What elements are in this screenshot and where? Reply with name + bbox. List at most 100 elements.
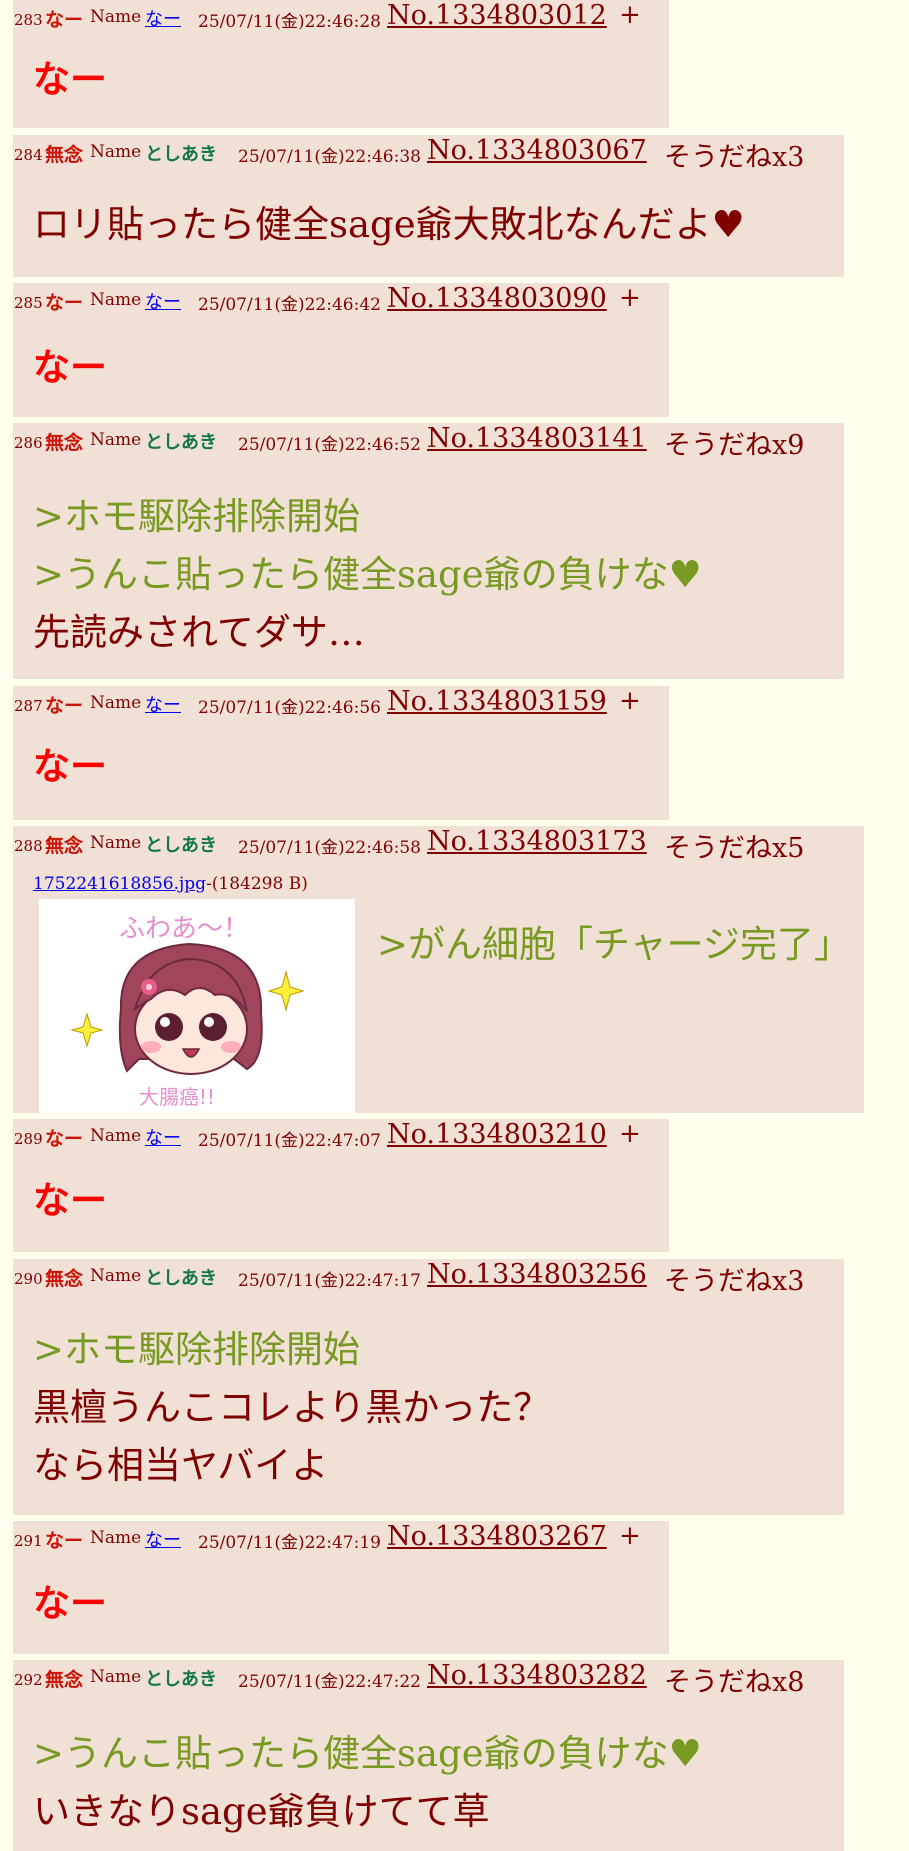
- image-caption-top: ふわあ～！: [119, 914, 249, 944]
- reply-post: 290 無念 Name としあき 25/07/11(金)22:47:17 No.…: [13, 1259, 844, 1515]
- reply-number: 291: [14, 1532, 43, 1550]
- post-number-link[interactable]: No.1334803173: [427, 826, 647, 857]
- post-subject: なー: [45, 9, 84, 31]
- file-link[interactable]: 1752241618856.jpg: [33, 874, 206, 894]
- reply-number: 287: [14, 697, 43, 715]
- name-label: Name: [90, 1126, 142, 1146]
- post-header: 283 なー Name なー 25/07/11(金)22:46:28 No.13…: [13, 0, 669, 40]
- quote-line: >ホモ駆除排除開始: [33, 495, 361, 538]
- comment-line: なー: [33, 744, 107, 788]
- post-header: 284 無念 Name としあき 25/07/11(金)22:46:38 No.…: [13, 135, 844, 175]
- anime-girl-illustration: ふわあ～！ 大腸癌!!: [70, 914, 305, 1109]
- name-label: Name: [90, 142, 142, 162]
- poster-name-link[interactable]: なー: [145, 288, 181, 314]
- file-info: 1752241618856.jpg-(184298 B): [33, 874, 308, 894]
- post-number-link[interactable]: No.1334803210: [387, 1119, 607, 1150]
- name-label: Name: [90, 290, 142, 310]
- poster-name-link[interactable]: なー: [145, 691, 181, 717]
- poster-name-link[interactable]: なー: [145, 1526, 181, 1552]
- poster-name-link[interactable]: なー: [145, 5, 181, 31]
- reply-number: 285: [14, 294, 43, 312]
- post-number-link[interactable]: No.1334803256: [427, 1259, 647, 1290]
- name-label: Name: [90, 430, 142, 450]
- reply-post: 286 無念 Name としあき 25/07/11(金)22:46:52 No.…: [13, 423, 844, 679]
- post-body: なー: [33, 737, 107, 795]
- post-subject: なー: [45, 1530, 84, 1552]
- post-body: >ホモ駆除排除開始 >うんこ貼ったら健全sage爺の負けな♥ 先読みされてダサ…: [33, 488, 702, 662]
- post-body: >ホモ駆除排除開始 黒檀うんこコレより黒かった？ なら相当ヤバイよ: [33, 1321, 550, 1495]
- reply-post: 289 なー Name なー 25/07/11(金)22:47:07 No.13…: [13, 1119, 669, 1252]
- post-date: 25/07/11(金)22:46:58: [238, 838, 421, 858]
- post-number-link[interactable]: No.1334803159: [387, 686, 607, 717]
- post-number-link[interactable]: No.1334803067: [427, 135, 647, 166]
- sodane-button[interactable]: そうだねx8: [664, 1660, 804, 1699]
- name-label: Name: [90, 1266, 142, 1286]
- reply-number: 284: [14, 146, 43, 164]
- post-number-link[interactable]: No.1334803012: [387, 0, 607, 31]
- post-date: 25/07/11(金)22:47:07: [198, 1131, 381, 1151]
- thumbnail-image[interactable]: ふわあ～！ 大腸癌!!: [39, 899, 355, 1113]
- name-label: Name: [90, 1667, 142, 1687]
- name-label: Name: [90, 1528, 142, 1548]
- post-subject: なー: [45, 292, 84, 314]
- post-subject: 無念: [45, 835, 84, 857]
- post-body: なー: [33, 1574, 107, 1632]
- sodane-plus-button[interactable]: +: [619, 0, 641, 30]
- post-date: 25/07/11(金)22:47:17: [238, 1271, 421, 1291]
- sodane-button[interactable]: そうだねx5: [664, 826, 804, 865]
- post-subject: なー: [45, 1128, 84, 1150]
- poster-name: としあき: [145, 432, 217, 453]
- sodane-plus-button[interactable]: +: [619, 1521, 641, 1551]
- comment-line: なー: [33, 57, 107, 101]
- post-header: 292 無念 Name としあき 25/07/11(金)22:47:22 No.…: [13, 1660, 844, 1700]
- poster-name-link[interactable]: なー: [145, 1124, 181, 1150]
- quote-line: >がん細胞「チャージ完了」: [377, 923, 851, 966]
- post-date: 25/07/11(金)22:46:28: [198, 12, 381, 32]
- reply-number: 286: [14, 434, 43, 452]
- post-header: 288 無念 Name としあき 25/07/11(金)22:46:58 No.…: [13, 826, 864, 866]
- sodane-button[interactable]: そうだねx3: [664, 135, 804, 174]
- post-date: 25/07/11(金)22:46:56: [198, 698, 381, 718]
- quote-line: >うんこ貼ったら健全sage爺の負けな♥: [33, 553, 702, 596]
- post-body: なー: [33, 338, 107, 396]
- post-number-link[interactable]: No.1334803141: [427, 423, 647, 454]
- reply-number: 288: [14, 837, 43, 855]
- poster-name: としあき: [145, 1669, 217, 1690]
- reply-number: 290: [14, 1270, 43, 1288]
- reply-post: 283 なー Name なー 25/07/11(金)22:46:28 No.13…: [13, 0, 669, 128]
- post-header: 285 なー Name なー 25/07/11(金)22:46:42 No.13…: [13, 283, 669, 323]
- poster-name: としあき: [145, 835, 217, 856]
- post-number-link[interactable]: No.1334803282: [427, 1660, 647, 1691]
- reply-post: 284 無念 Name としあき 25/07/11(金)22:46:38 No.…: [13, 135, 844, 277]
- file-size: -(184298 B): [206, 874, 308, 894]
- comment-line: なー: [33, 1581, 107, 1625]
- poster-name: としあき: [145, 144, 217, 165]
- sodane-button[interactable]: そうだねx9: [664, 423, 804, 462]
- comment-line: 先読みされてダサ…: [33, 611, 365, 654]
- sodane-plus-button[interactable]: +: [619, 686, 641, 716]
- post-body: なー: [33, 50, 107, 108]
- reply-post: 285 なー Name なー 25/07/11(金)22:46:42 No.13…: [13, 283, 669, 417]
- post-subject: なー: [45, 695, 84, 717]
- reply-post: 291 なー Name なー 25/07/11(金)22:47:19 No.13…: [13, 1521, 669, 1654]
- comment-line: 黒檀うんこコレより黒かった？: [33, 1386, 551, 1429]
- post-header: 286 無念 Name としあき 25/07/11(金)22:46:52 No.…: [13, 423, 844, 463]
- post-number-link[interactable]: No.1334803267: [387, 1521, 607, 1552]
- reply-post: 292 無念 Name としあき 25/07/11(金)22:47:22 No.…: [13, 1660, 844, 1851]
- poster-name: としあき: [145, 1268, 217, 1289]
- post-date: 25/07/11(金)22:46:42: [198, 295, 381, 315]
- sodane-button[interactable]: そうだねx3: [664, 1259, 804, 1298]
- sodane-plus-button[interactable]: +: [619, 1119, 641, 1149]
- post-header: 291 なー Name なー 25/07/11(金)22:47:19 No.13…: [13, 1521, 669, 1561]
- post-header: 287 なー Name なー 25/07/11(金)22:46:56 No.13…: [13, 686, 669, 726]
- quote-line: >ホモ駆除排除開始: [33, 1328, 361, 1371]
- name-label: Name: [90, 7, 142, 27]
- post-body: ロリ貼ったら健全sage爺大敗北なんだよ♥: [33, 196, 745, 254]
- comment-line: なー: [33, 345, 107, 389]
- name-label: Name: [90, 693, 142, 713]
- name-label: Name: [90, 833, 142, 853]
- post-number-link[interactable]: No.1334803090: [387, 283, 607, 314]
- sodane-plus-button[interactable]: +: [619, 283, 641, 313]
- reply-post: 288 無念 Name としあき 25/07/11(金)22:46:58 No.…: [13, 826, 864, 1113]
- reply-number: 292: [14, 1671, 43, 1689]
